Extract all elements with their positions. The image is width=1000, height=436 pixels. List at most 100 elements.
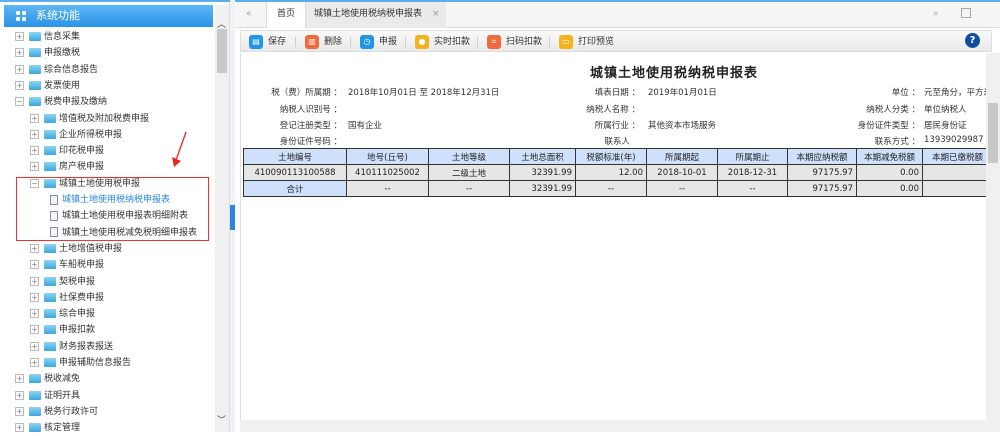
expand-icon[interactable]: + — [15, 48, 24, 58]
sidebar-title: 系统功能 — [36, 9, 80, 22]
expand-icon[interactable]: + — [30, 113, 39, 123]
expand-icon[interactable]: + — [30, 243, 39, 253]
tree-item[interactable]: + 证明开具 — [15, 388, 80, 404]
folder-icon — [44, 260, 56, 270]
realtime-deduct-button[interactable]: ● 实时扣款 — [415, 34, 470, 50]
tree-item[interactable]: + 核定管理 — [15, 420, 80, 436]
column-header: 本期应纳税额 — [787, 148, 857, 165]
tree-item[interactable]: + 申报辅助信息报告 — [30, 355, 131, 371]
tree-item-label: 印花税申报 — [59, 146, 105, 157]
folder-icon — [29, 423, 41, 433]
sidebar-scroll-thumb[interactable] — [217, 29, 227, 73]
expand-icon[interactable]: + — [30, 260, 39, 270]
tab-home[interactable]: 首页 — [266, 2, 306, 28]
printer-icon: ▭ — [559, 35, 573, 49]
tab-active[interactable]: 城镇土地使用税纳税申报表 × — [306, 2, 446, 28]
column-header: 所属期起 — [646, 148, 718, 165]
tree-item[interactable]: + 财务报表报送 — [30, 339, 113, 355]
taxpayer-class-label: 纳税人分类 ： — [866, 105, 920, 115]
industry-value: 其他资本市场服务 — [648, 121, 717, 131]
expand-icon[interactable]: + — [15, 374, 24, 384]
expand-icon[interactable]: + — [30, 309, 39, 319]
tree-item-label: 申报扣款 — [59, 325, 96, 336]
total-cell: 合计 — [243, 180, 347, 197]
folder-icon — [29, 406, 41, 416]
expand-icon[interactable]: + — [30, 292, 39, 302]
trash-icon: ▥ — [305, 35, 319, 49]
expand-icon[interactable]: + — [30, 276, 39, 286]
content-scrollbar[interactable] — [986, 53, 1000, 432]
content-scroll-thumb[interactable] — [988, 103, 998, 163]
declare-button[interactable]: ◷ 申报 — [360, 34, 397, 50]
save-button[interactable]: ▤ 保存 — [249, 34, 286, 50]
tree-item-label: 申报辅助信息报告 — [59, 358, 132, 368]
horizontal-scrollbar[interactable] — [240, 420, 986, 432]
table-cell: 2018-12-31 — [717, 164, 788, 181]
expand-icon[interactable]: + — [30, 129, 39, 139]
close-tab-icon[interactable]: × — [432, 2, 440, 26]
grid-icon — [16, 11, 26, 21]
tree-item[interactable]: + 税收减免 — [15, 371, 80, 387]
tree-item[interactable]: + 综合信息报告 — [15, 62, 98, 78]
tree-item[interactable]: + 印花税申报 — [30, 143, 104, 159]
maximize-icon[interactable] — [961, 8, 971, 18]
tree-item[interactable]: + 社保费申报 — [30, 290, 104, 306]
tree-item[interactable]: + 土地增值税申报 — [30, 241, 122, 257]
expand-icon[interactable]: + — [15, 406, 24, 416]
tree-item[interactable]: + 车船税申报 — [30, 257, 104, 273]
total-cell: 32391.99 — [509, 180, 576, 197]
tree-item[interactable]: + 增值税及附加税费申报 — [30, 111, 149, 127]
sidebar-scrollbar[interactable]: ︿ ﹀ — [215, 5, 229, 432]
expand-icon[interactable]: + — [15, 64, 24, 74]
reg-type-label: 登记注册类型 ： — [279, 121, 342, 131]
tree-item[interactable]: + 税务行政许可 — [15, 404, 98, 420]
unit-label: 单位 ： — [891, 88, 920, 98]
delete-button[interactable]: ▥ 删除 — [305, 34, 342, 50]
expand-icon[interactable]: + — [15, 80, 24, 90]
tree-item[interactable]: + 发票使用 — [15, 78, 80, 94]
tree-item-label: 企业所得税申报 — [59, 129, 123, 140]
expand-icon[interactable]: + — [30, 162, 39, 172]
tree-item-label: 土地增值税申报 — [59, 243, 123, 254]
collapse-handle[interactable] — [230, 205, 235, 230]
tabs-scroll-right[interactable]: » — [933, 2, 939, 28]
scroll-down-icon[interactable]: ﹀ — [217, 413, 226, 426]
folder-icon — [29, 390, 41, 400]
tree-item-label: 证明开具 — [44, 390, 81, 401]
folder-icon — [44, 162, 56, 172]
tree-item[interactable]: + 契税申报 — [30, 274, 95, 290]
expand-icon[interactable]: + — [15, 32, 24, 41]
expand-icon[interactable]: + — [30, 358, 39, 367]
tree-item[interactable]: + 申报缴税 — [15, 45, 80, 61]
tree-item[interactable]: + 综合申报 — [30, 306, 95, 322]
scan-deduct-button[interactable]: ⌗ 扫码扣款 — [487, 34, 542, 50]
collapse-icon[interactable]: − — [15, 97, 24, 107]
tree-item[interactable]: + 企业所得税申报 — [30, 127, 122, 143]
period-label: 税（费）所属期 ： — [271, 88, 342, 98]
expand-icon[interactable]: + — [30, 325, 39, 335]
total-cell — [922, 180, 993, 197]
help-icon[interactable]: ? — [965, 33, 980, 48]
expand-icon[interactable]: + — [30, 341, 39, 351]
expand-icon[interactable]: + — [15, 390, 24, 400]
red-arrow-annotation — [172, 131, 187, 167]
folder-icon — [44, 341, 56, 351]
tree-item[interactable]: − 税费申报及缴纳 — [15, 94, 107, 110]
tree-item[interactable]: + 房产税申报 — [30, 159, 104, 175]
panel-splitter[interactable] — [230, 0, 235, 432]
tabs-scroll-left[interactable]: « — [246, 2, 252, 28]
folder-icon — [44, 129, 56, 139]
table-cell: 97175.97 — [787, 164, 857, 181]
tree-item[interactable]: + 信息采集 — [15, 29, 80, 45]
expand-icon[interactable]: + — [30, 146, 39, 156]
table-cell: 32391.99 — [509, 164, 576, 181]
tree-item[interactable]: + 申报扣款 — [30, 322, 95, 338]
coin-icon: ● — [415, 35, 429, 49]
table-cell: 12.00 — [575, 164, 647, 181]
id-number-label: 身份证件号码 ： — [279, 137, 342, 147]
expand-icon[interactable]: + — [15, 423, 24, 433]
print-preview-button[interactable]: ▭ 打印预览 — [559, 34, 614, 50]
folder-icon — [44, 243, 56, 253]
folder-icon — [29, 48, 41, 58]
reg-type-value: 国有企业 — [348, 121, 383, 131]
